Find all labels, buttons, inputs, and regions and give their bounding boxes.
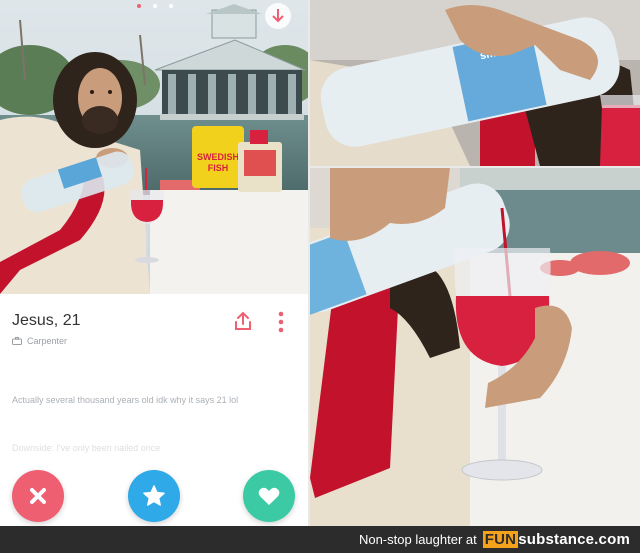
photo-indicator (153, 4, 157, 8)
briefcase-icon (12, 337, 22, 345)
profile-name-age: Jesus, 21 (12, 312, 81, 329)
watermark-bar: Non-stop laughter at FUN substance.com (0, 526, 640, 553)
funsubstance-logo: FUN substance.com (482, 531, 630, 548)
wine-glass-scene (310, 168, 640, 526)
wine-glass-photo (310, 168, 640, 526)
profile-card: Jesus, 21 Carpenter Actually several tho… (0, 294, 308, 526)
star-icon (143, 485, 165, 506)
profile-photo-scene: SWEDISH FISH (0, 0, 308, 294)
wine-glass (600, 105, 640, 166)
x-icon (30, 488, 46, 504)
profile-job: Carpenter (12, 336, 67, 346)
photo-indicator-active (137, 4, 141, 8)
profile-photo[interactable]: SWEDISH FISH (0, 0, 308, 294)
logo-fun: FUN (482, 531, 519, 548)
white-table (150, 190, 308, 294)
profile-bio: Actually several thousand years old idk … (12, 395, 239, 405)
photo-indicator (169, 4, 173, 8)
pouring-closeup-scene: smart (310, 0, 640, 166)
profile-job-label: Carpenter (27, 336, 68, 346)
pouring-closeup-photo: smart (310, 0, 640, 166)
nope-button[interactable] (12, 470, 64, 522)
super-like-button[interactable] (128, 470, 180, 522)
share-icon[interactable] (232, 310, 254, 332)
heart-icon (258, 487, 280, 505)
collapse-button (265, 3, 291, 29)
collage-divider (308, 0, 310, 526)
watermark-text: Non-stop laughter at (358, 532, 477, 547)
collage-divider (310, 166, 640, 168)
more-options-icon[interactable] (276, 310, 286, 334)
like-button[interactable] (243, 470, 295, 522)
candy-bag: SWEDISH FISH (192, 126, 244, 188)
profile-downside: Downside: I've only been nailed once (12, 443, 161, 453)
svg-text:FISH: FISH (208, 163, 229, 173)
svg-text:SWEDISH: SWEDISH (197, 152, 239, 162)
logo-rest: substance.com (518, 531, 630, 548)
